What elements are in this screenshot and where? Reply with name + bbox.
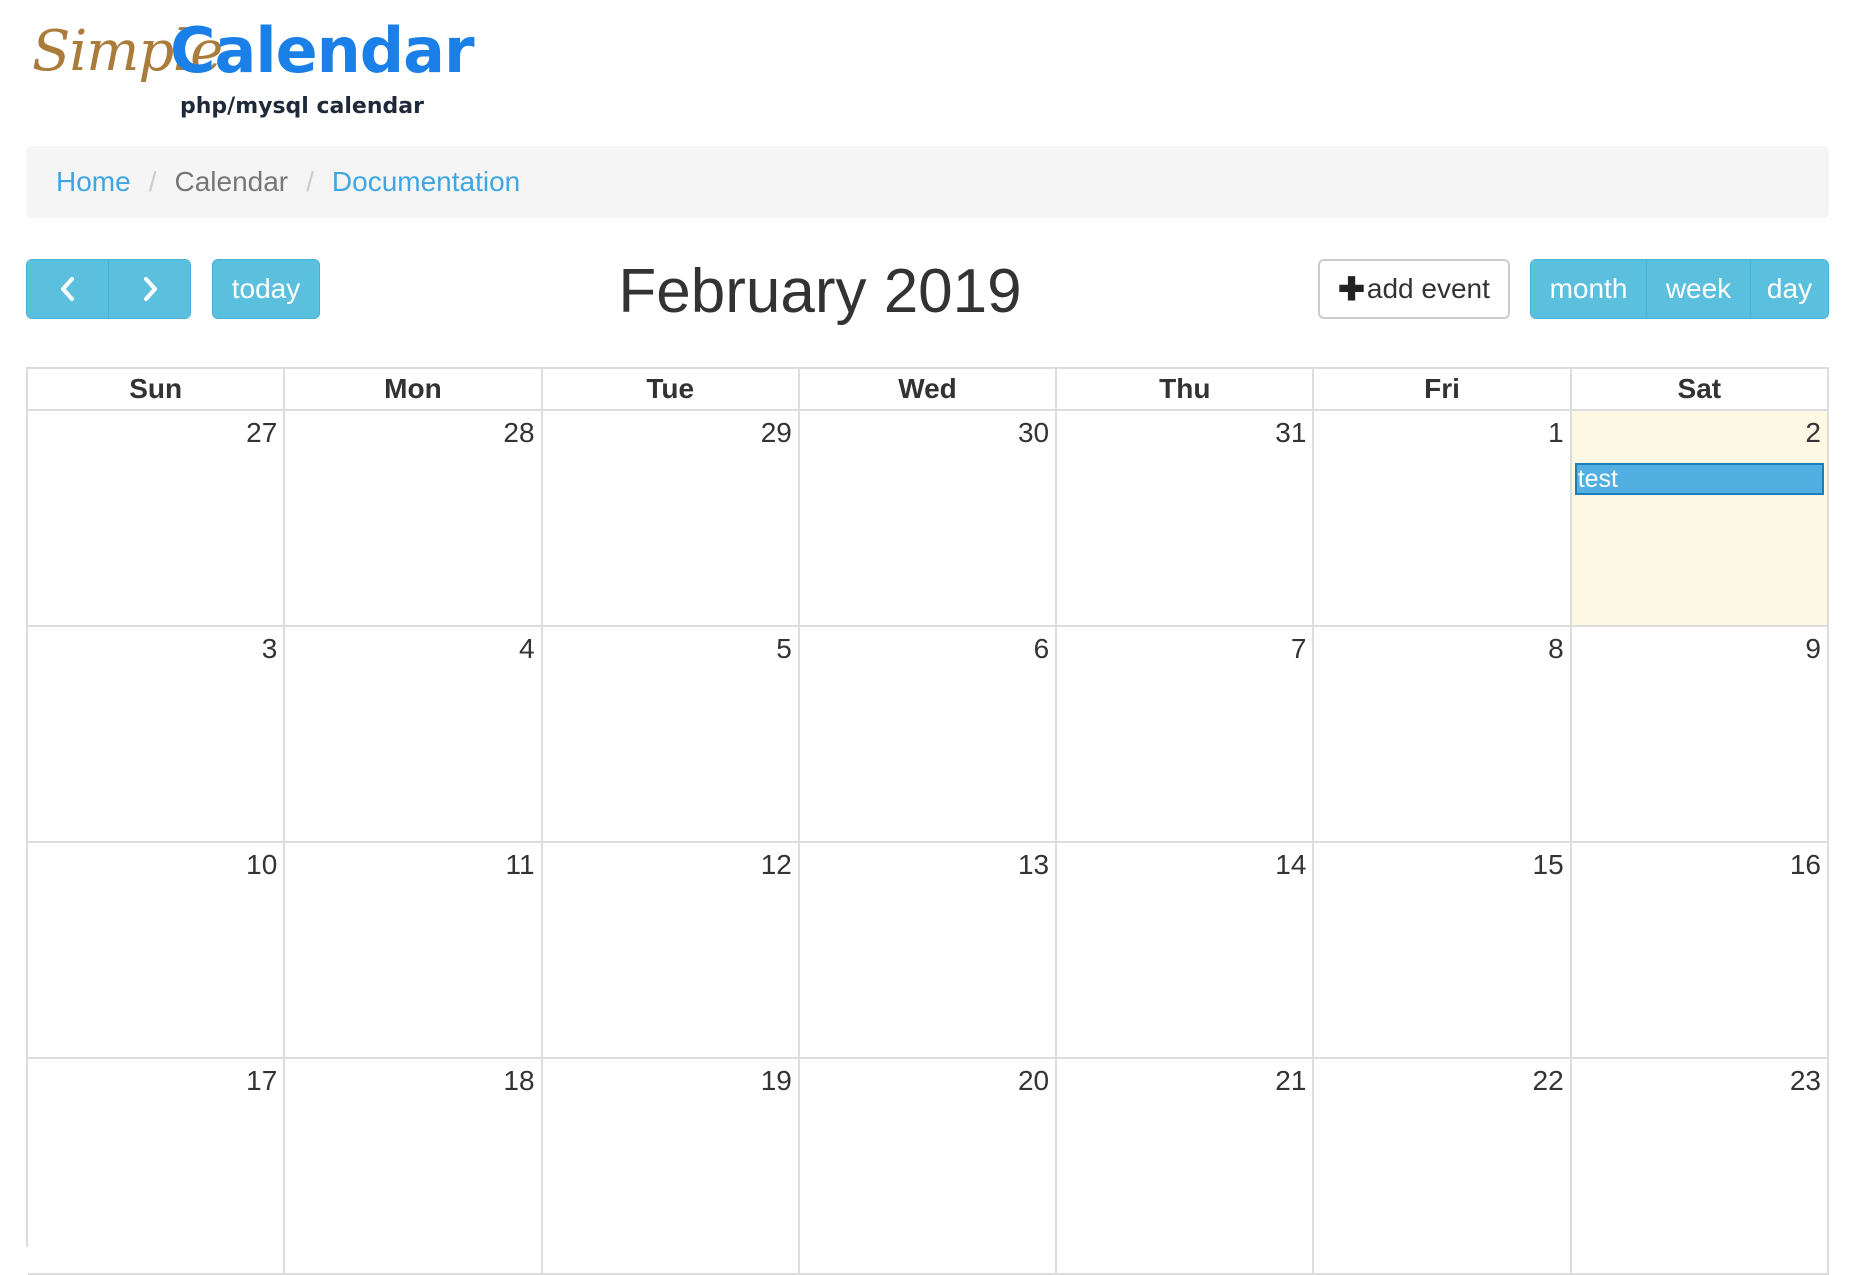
day-cell[interactable]: 18 <box>285 1059 543 1275</box>
breadcrumb: Home / Calendar / Documentation <box>26 146 1829 218</box>
day-cell[interactable]: 11 <box>285 843 543 1059</box>
next-button[interactable] <box>108 260 190 318</box>
day-cell[interactable]: 21 <box>1057 1059 1315 1275</box>
month-title: February 2019 <box>618 257 1022 326</box>
week-row: 17 18 19 20 21 22 23 <box>28 1059 1829 1275</box>
day-cell[interactable]: 13 <box>799 843 1058 1059</box>
day-cell[interactable]: 29 <box>542 411 800 627</box>
day-cell[interactable]: 30 <box>799 411 1058 627</box>
day-number: 12 <box>760 849 792 880</box>
day-number: 11 <box>505 849 535 880</box>
weekday-header: Sat <box>1571 369 1829 411</box>
day-cell[interactable]: 4 <box>285 627 543 843</box>
weeks-container: 27 28 29 30 31 1 2 test 3 4 5 6 7 8 9 10 11 12 13 14 15 16 17 1… <box>28 411 1829 1275</box>
plus-icon: ✚ <box>1338 271 1365 307</box>
weekday-header: Wed <box>799 369 1058 411</box>
day-cell[interactable]: 7 <box>1057 627 1315 843</box>
add-event-button[interactable]: ✚ add event <box>1318 259 1510 319</box>
week-view-button[interactable]: week <box>1646 260 1750 318</box>
calendar-event[interactable]: test <box>1574 463 1824 495</box>
breadcrumb-separator: / <box>306 166 314 197</box>
day-cell[interactable]: 22 <box>1314 1059 1572 1275</box>
weekday-header: Tue <box>542 369 800 411</box>
day-number: 5 <box>776 633 792 664</box>
day-cell[interactable]: 27 <box>28 411 286 627</box>
day-number: 8 <box>1548 633 1564 664</box>
day-number: 4 <box>518 633 535 664</box>
day-number: 1 <box>1548 417 1564 448</box>
day-cell[interactable]: 15 <box>1314 843 1572 1059</box>
weekday-header-row: Sun Mon Tue Wed Thu Fri Sat <box>28 369 1829 411</box>
prev-button[interactable] <box>27 260 108 318</box>
day-cell[interactable]: 1 <box>1314 411 1572 627</box>
day-number: 20 <box>1017 1065 1050 1096</box>
day-cell[interactable]: 28 <box>285 411 543 627</box>
day-number: 18 <box>503 1065 535 1096</box>
day-cell[interactable]: 12 <box>542 843 800 1059</box>
logo-calendar-text: Calendar <box>170 14 475 87</box>
day-cell[interactable]: 6 <box>799 627 1058 843</box>
day-number: 9 <box>1805 633 1821 664</box>
day-number: 2 <box>1805 417 1821 448</box>
weekday-header: Mon <box>285 369 543 411</box>
day-cell[interactable]: 31 <box>1057 411 1315 627</box>
logo: Simple Calendar php/mysql calendar <box>32 20 475 130</box>
chevron-right-icon <box>143 277 157 301</box>
prev-next-group <box>26 259 191 319</box>
day-number: 30 <box>1017 417 1050 448</box>
day-number: 14 <box>1275 849 1307 880</box>
day-number: 22 <box>1532 1065 1564 1096</box>
weekday-header: Sun <box>28 369 286 411</box>
breadcrumb-documentation[interactable]: Documentation <box>332 166 520 198</box>
day-number: 19 <box>760 1065 792 1096</box>
day-number: 10 <box>246 849 278 880</box>
day-number: 13 <box>1017 849 1050 880</box>
day-number: 16 <box>1789 849 1821 880</box>
breadcrumb-separator: / <box>148 166 157 197</box>
day-cell[interactable]: 8 <box>1314 627 1572 843</box>
day-cell[interactable]: 10 <box>28 843 286 1059</box>
week-row: 27 28 29 30 31 1 2 test <box>28 411 1829 627</box>
day-number: 7 <box>1290 633 1307 664</box>
view-switcher: month week day <box>1530 259 1829 319</box>
day-number: 6 <box>1033 633 1050 664</box>
today-button[interactable]: today <box>212 259 320 319</box>
add-event-label: add event <box>1366 273 1490 304</box>
day-cell[interactable]: 5 <box>542 627 800 843</box>
day-cell[interactable]: 19 <box>542 1059 800 1275</box>
week-row: 10 11 12 13 14 15 16 <box>28 843 1829 1059</box>
day-cell[interactable]: 3 <box>28 627 286 843</box>
day-cell[interactable]: 17 <box>28 1059 286 1275</box>
logo-subtitle: php/mysql calendar <box>180 94 424 119</box>
day-number: 21 <box>1275 1065 1307 1096</box>
day-number: 17 <box>246 1065 278 1096</box>
day-number: 23 <box>1789 1065 1821 1096</box>
day-number: 31 <box>1275 417 1307 448</box>
day-cell[interactable]: 14 <box>1057 843 1315 1059</box>
weekday-header: Thu <box>1057 369 1315 411</box>
day-cell[interactable]: 2 test <box>1571 411 1829 627</box>
day-view-button[interactable]: day <box>1750 260 1828 318</box>
day-number: 15 <box>1532 849 1564 880</box>
day-number: 3 <box>261 633 278 664</box>
breadcrumb-home[interactable]: Home <box>56 166 131 198</box>
week-row: 3 4 5 6 7 8 9 <box>28 627 1829 843</box>
breadcrumb-calendar: Calendar <box>174 166 289 197</box>
day-cell[interactable]: 16 <box>1571 843 1829 1059</box>
month-view-button[interactable]: month <box>1531 260 1646 318</box>
day-number: 28 <box>503 417 535 448</box>
day-number: 27 <box>246 417 278 448</box>
day-cell[interactable]: 23 <box>1571 1059 1829 1275</box>
weekday-header: Fri <box>1314 369 1572 411</box>
chevron-left-icon <box>60 277 74 301</box>
month-calendar-grid: Sun Mon Tue Wed Thu Fri Sat 27 28 29 30 31 1 2… <box>26 367 1829 1275</box>
day-number: 29 <box>760 417 792 448</box>
day-cell[interactable]: 9 <box>1571 627 1829 843</box>
day-cell[interactable]: 20 <box>799 1059 1058 1275</box>
